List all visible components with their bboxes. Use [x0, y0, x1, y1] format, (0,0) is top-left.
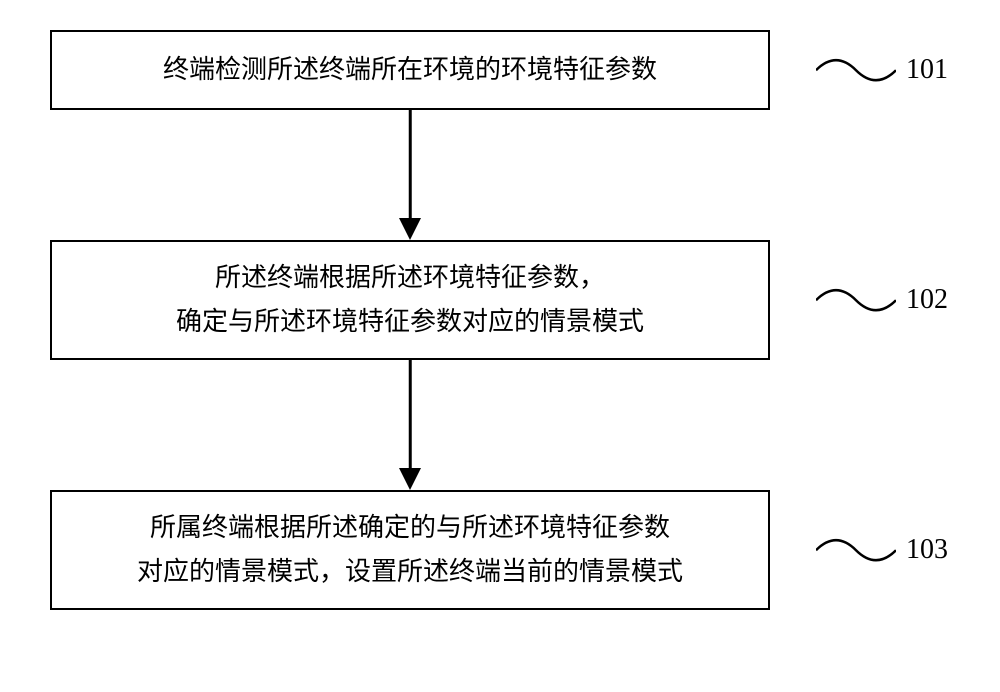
step-text: 所属终端根据所述确定的与所述环境特征参数 对应的情景模式，设置所述终端当前的情景… — [137, 506, 683, 594]
flowchart-step-2: 所述终端根据所述环境特征参数， 确定与所述环境特征参数对应的情景模式 102 — [50, 240, 770, 360]
step-2-line-2: 确定与所述环境特征参数对应的情景模式 — [176, 300, 644, 344]
step-1-line-1: 终端检测所述终端所在环境的环境特征参数 — [163, 48, 657, 92]
wave-connector-icon — [816, 528, 896, 572]
arrow-line-icon — [409, 360, 412, 470]
step-text: 所述终端根据所述环境特征参数， 确定与所述环境特征参数对应的情景模式 — [176, 256, 644, 344]
step-3-line-2: 对应的情景模式，设置所述终端当前的情景模式 — [137, 550, 683, 594]
arrow-1-to-2 — [50, 110, 770, 240]
wave-connector-icon — [816, 278, 896, 322]
connector-1: 101 — [816, 46, 948, 94]
step-2-line-1: 所述终端根据所述环境特征参数， — [176, 256, 644, 300]
step-3-line-1: 所属终端根据所述确定的与所述环境特征参数 — [137, 506, 683, 550]
arrow-2-to-3 — [50, 360, 770, 490]
connector-2: 102 — [816, 276, 948, 324]
step-text: 终端检测所述终端所在环境的环境特征参数 — [163, 48, 657, 92]
wave-connector-icon — [816, 48, 896, 92]
step-label-1: 101 — [906, 46, 948, 94]
connector-3: 103 — [816, 526, 948, 574]
arrow-line-icon — [409, 110, 412, 220]
flowchart-step-1: 终端检测所述终端所在环境的环境特征参数 101 — [50, 30, 770, 110]
flowchart-step-3: 所属终端根据所述确定的与所述环境特征参数 对应的情景模式，设置所述终端当前的情景… — [50, 490, 770, 610]
arrow-head-icon — [399, 468, 421, 490]
step-label-3: 103 — [906, 526, 948, 574]
flowchart-container: 终端检测所述终端所在环境的环境特征参数 101 所述终端根据所述环境特征参数， … — [50, 30, 950, 610]
arrow-head-icon — [399, 218, 421, 240]
step-label-2: 102 — [906, 276, 948, 324]
